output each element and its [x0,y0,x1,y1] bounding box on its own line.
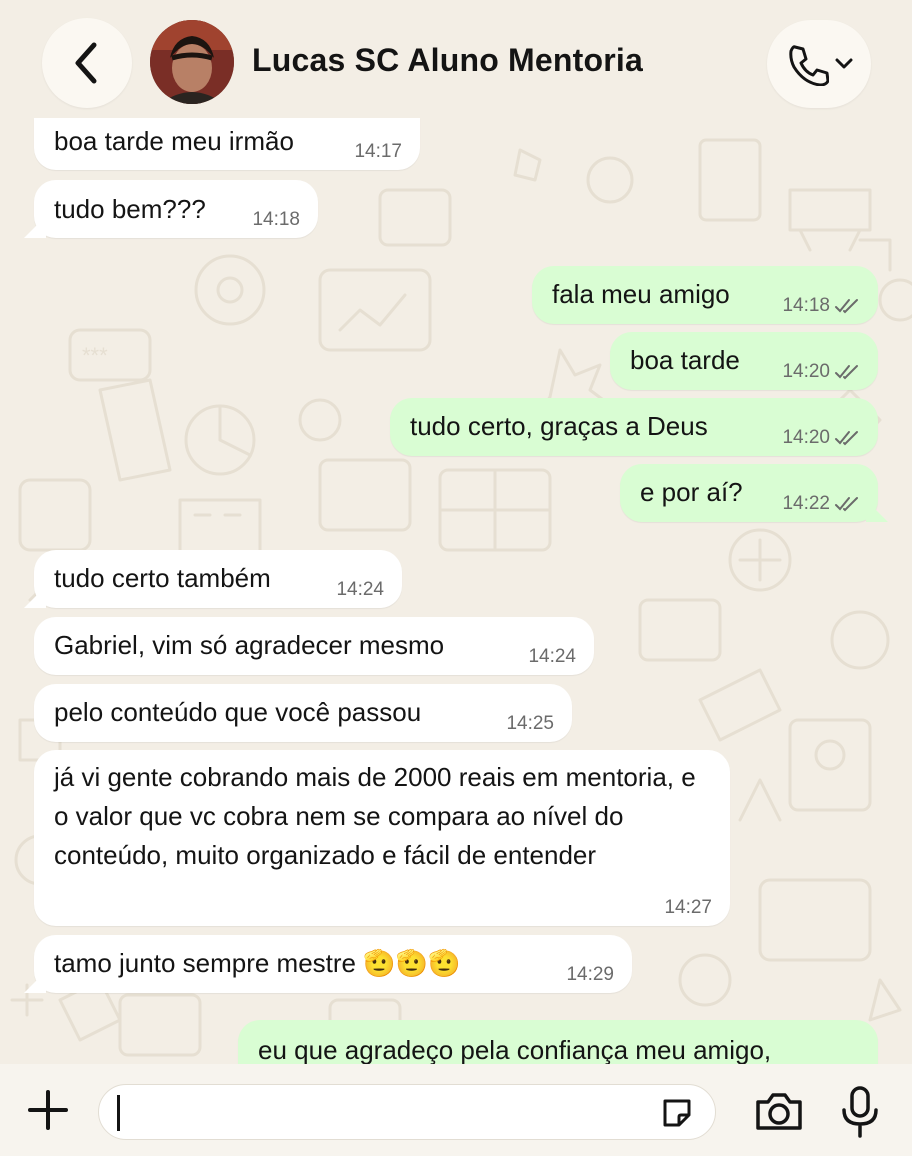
read-receipt-icon [835,299,858,314]
composer-bar [0,1064,912,1156]
message-time: 14:22 [782,494,860,514]
camera-icon[interactable] [752,1088,806,1136]
chevron-down-icon [835,58,853,69]
chevron-left-icon [75,42,97,84]
message-text: Gabriel, vim só agradecer mesmo [54,630,445,660]
text-cursor [117,1095,120,1131]
message-input[interactable] [117,1093,641,1133]
chat-header: Lucas SC Aluno Mentoria [0,0,912,128]
message-outgoing[interactable]: tudo certo, graças a Deus 14:20 [390,398,878,456]
sticker-icon[interactable] [659,1095,695,1131]
message-time: 14:17 [354,141,402,162]
read-receipt-icon [835,431,858,446]
read-receipt-icon [835,365,858,380]
message-text: tudo bem??? [54,194,206,224]
message-text: fala meu amigo [552,279,730,309]
message-outgoing[interactable]: fala meu amigo 14:18 [532,266,878,324]
message-time: 14:18 [782,296,860,316]
microphone-icon[interactable] [838,1084,882,1140]
message-time: 14:20 [782,362,860,382]
message-text: tamo junto sempre mestre 🫡🫡🫡 [54,948,461,978]
message-time: 14:24 [528,646,576,667]
message-incoming[interactable]: Gabriel, vim só agradecer mesmo 14:24 [34,617,594,675]
message-text: e por aí? [640,477,743,507]
message-outgoing[interactable]: boa tarde 14:20 [610,332,878,390]
message-incoming[interactable]: tudo bem??? 14:18 [34,180,318,238]
message-text: já vi gente cobrando mais de 2000 reais … [54,762,696,870]
message-incoming[interactable]: pelo conteúdo que você passou 14:25 [34,684,572,742]
message-time: 14:18 [252,209,300,230]
message-text: boa tarde [630,345,740,375]
phone-icon [789,45,829,86]
message-text: pelo conteúdo que você passou [54,697,422,727]
message-time: 14:27 [664,897,712,918]
message-outgoing[interactable]: e por aí? 14:22 [620,464,878,522]
message-incoming[interactable]: tamo junto sempre mestre 🫡🫡🫡 14:29 [34,935,632,993]
message-incoming[interactable]: tudo certo também 14:24 [34,550,402,608]
contact-avatar[interactable] [150,20,234,104]
message-text: tudo certo, graças a Deus [410,411,708,441]
plus-icon [28,1090,68,1130]
avatar-image [150,20,234,104]
message-time: 14:24 [336,579,384,600]
contact-name[interactable]: Lucas SC Aluno Mentoria [252,42,643,79]
message-incoming[interactable]: já vi gente cobrando mais de 2000 reais … [34,750,730,926]
message-time: 14:29 [566,964,614,985]
svg-text:***: *** [82,343,108,368]
message-input-container [98,1084,716,1140]
message-text: tudo certo também [54,563,271,593]
message-time: 14:25 [506,713,554,734]
voice-call-button[interactable] [767,20,871,108]
message-time: 14:20 [782,428,860,448]
read-receipt-icon [835,497,858,512]
attach-button[interactable] [24,1086,72,1134]
back-button[interactable] [42,18,132,108]
